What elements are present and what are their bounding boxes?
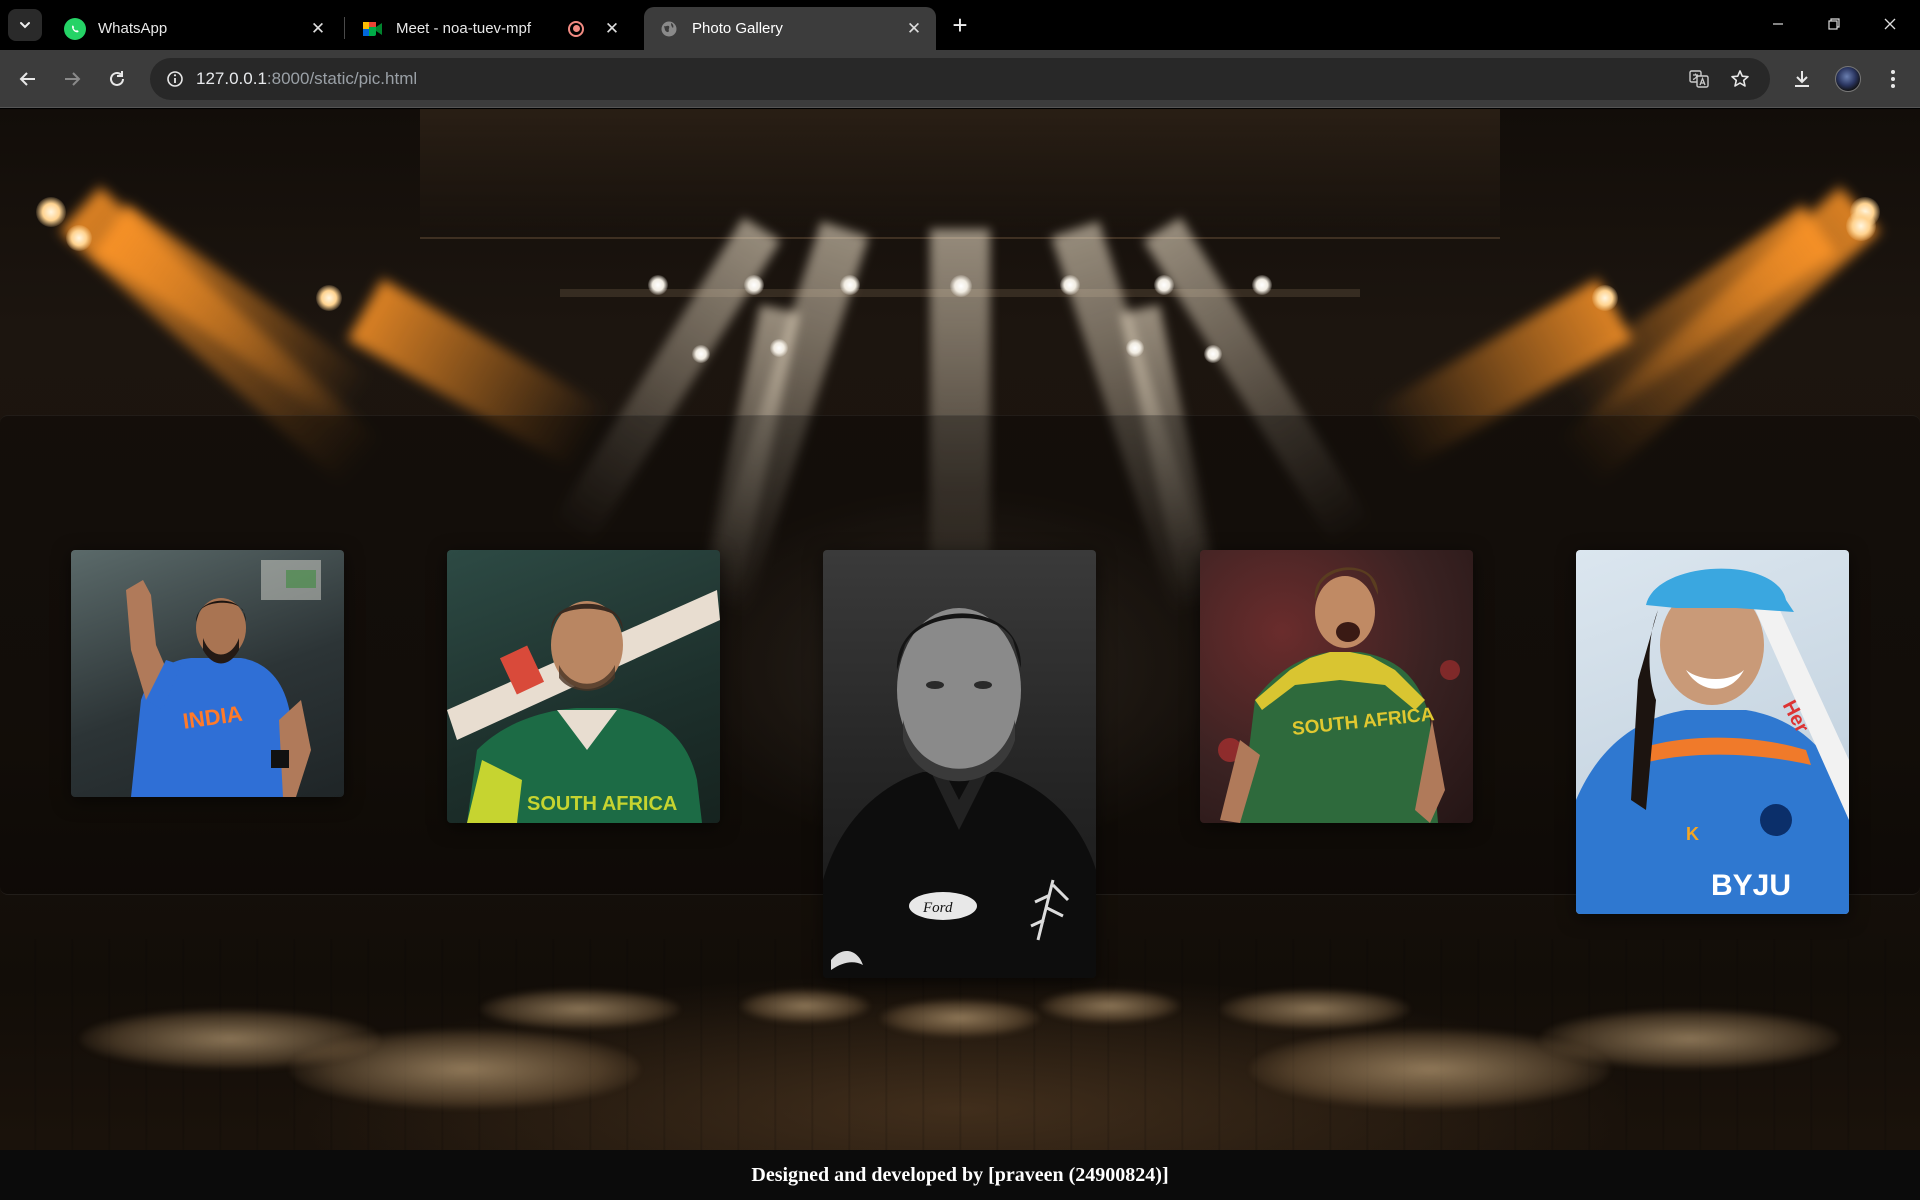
tab-label: Meet - noa-tuev-mpf (396, 20, 532, 37)
url-path: :8000/static/pic.html (266, 69, 418, 88)
stage-lamp (1126, 339, 1144, 357)
footer-credit: Designed and developed by [praveen (2490… (751, 1163, 1169, 1186)
url-text[interactable]: 127.0.0.1:8000/static/pic.html (196, 69, 417, 89)
floor-spotlight (880, 999, 1040, 1037)
photo-gallery: INDIA SOUTH AFRICA Ford SOUTH AFRICA Her… (0, 415, 1920, 978)
svg-text:Ford: Ford (922, 900, 953, 916)
new-tab-button[interactable]: + (946, 12, 974, 40)
stage-lamp (1154, 275, 1174, 295)
globe-icon (658, 18, 680, 40)
stage-lamp (950, 275, 972, 297)
svg-text:BYJU: BYJU (1711, 869, 1791, 902)
tab-meet[interactable]: Meet - noa-tuev-mpf ✕ (348, 7, 634, 50)
photo-image: INDIA (126, 560, 321, 797)
page-footer: Designed and developed by [praveen (2490… (0, 1150, 1920, 1200)
stage-lamp (770, 339, 788, 357)
minimize-button[interactable] (1750, 8, 1806, 40)
url-host: 127.0.0.1 (196, 69, 267, 88)
stage-lamp (1252, 275, 1272, 295)
forward-button[interactable] (56, 63, 88, 95)
tab-search-button[interactable] (8, 9, 42, 41)
gallery-photo[interactable]: SOUTH AFRICA (447, 550, 720, 823)
reload-button[interactable] (101, 63, 133, 95)
page-content: INDIA SOUTH AFRICA Ford SOUTH AFRICA Her… (0, 109, 1920, 1200)
stage-lamp (692, 345, 710, 363)
tab-label: Photo Gallery (692, 20, 783, 37)
arrow-left-icon (19, 72, 35, 86)
close-icon[interactable]: ✕ (602, 19, 622, 39)
spotlight-beam (92, 204, 373, 426)
close-icon[interactable]: ✕ (904, 19, 924, 39)
stage-lamp (1060, 275, 1080, 295)
bookmark-star-icon[interactable] (1725, 64, 1755, 94)
stage-lamp (66, 225, 92, 251)
whatsapp-icon (64, 17, 86, 40)
download-icon (1795, 71, 1809, 87)
floor-spotlight (1540, 1009, 1840, 1069)
gallery-photo[interactable]: INDIA (71, 550, 344, 797)
browser-toolbar: 127.0.0.1:8000/static/pic.html (0, 50, 1920, 108)
close-icon (1884, 18, 1896, 30)
tab-strip: WhatsApp ✕ Meet - noa-tuev-mpf ✕ Photo G… (0, 0, 1920, 50)
stage-lamp (316, 285, 342, 311)
stage-lamp (36, 197, 66, 227)
floor-spotlight (290, 1029, 640, 1109)
svg-text:SOUTH AFRICA: SOUTH AFRICA (527, 793, 677, 815)
tab-whatsapp[interactable]: WhatsApp ✕ (50, 7, 340, 50)
arrow-right-icon (65, 72, 81, 86)
gallery-photo[interactable]: SOUTH AFRICA (1200, 550, 1473, 823)
profile-button[interactable] (1832, 63, 1864, 95)
reload-icon (110, 71, 124, 86)
stage-lamp (1846, 211, 1876, 241)
gallery-photo[interactable]: Her BYJU K (1576, 550, 1849, 914)
photo-image: SOUTH AFRICA (1218, 567, 1460, 823)
stage-lamp (1592, 285, 1618, 311)
restore-button[interactable] (1806, 8, 1862, 40)
svg-text:K: K (1686, 824, 1699, 844)
stage-lamp (840, 275, 860, 295)
floor-spotlight (1040, 989, 1180, 1023)
back-button[interactable] (12, 63, 44, 95)
stage-lamp (648, 275, 668, 295)
tab-photo-gallery[interactable]: Photo Gallery ✕ (644, 7, 936, 50)
more-vertical-icon (1891, 70, 1895, 88)
stage-truss (420, 109, 1500, 239)
photo-image: SOUTH AFRICA (447, 590, 720, 823)
recording-icon (568, 20, 584, 37)
translate-icon[interactable] (1684, 64, 1714, 94)
tab-label: WhatsApp (98, 20, 168, 37)
floor-spotlight (1220, 989, 1410, 1029)
restore-icon (1828, 18, 1840, 30)
stage-lamp (1204, 345, 1222, 363)
gallery-photo[interactable]: Ford (823, 550, 1096, 978)
photo-image: Her BYJU K (1576, 568, 1849, 914)
minimize-icon (1773, 23, 1783, 25)
menu-button[interactable] (1877, 63, 1909, 95)
floor-spotlight (480, 989, 680, 1029)
floor-spotlight (740, 989, 870, 1023)
tab-separator (344, 17, 345, 39)
site-info-icon[interactable] (160, 64, 190, 94)
avatar (1835, 66, 1861, 92)
google-meet-icon (362, 18, 384, 40)
photo-image: Ford (823, 608, 1096, 978)
stage-lamp (744, 275, 764, 295)
downloads-button[interactable] (1786, 63, 1818, 95)
close-window-button[interactable] (1862, 8, 1918, 40)
chevron-down-icon (20, 22, 30, 29)
address-bar[interactable]: 127.0.0.1:8000/static/pic.html (150, 58, 1770, 100)
close-icon[interactable]: ✕ (308, 19, 328, 39)
